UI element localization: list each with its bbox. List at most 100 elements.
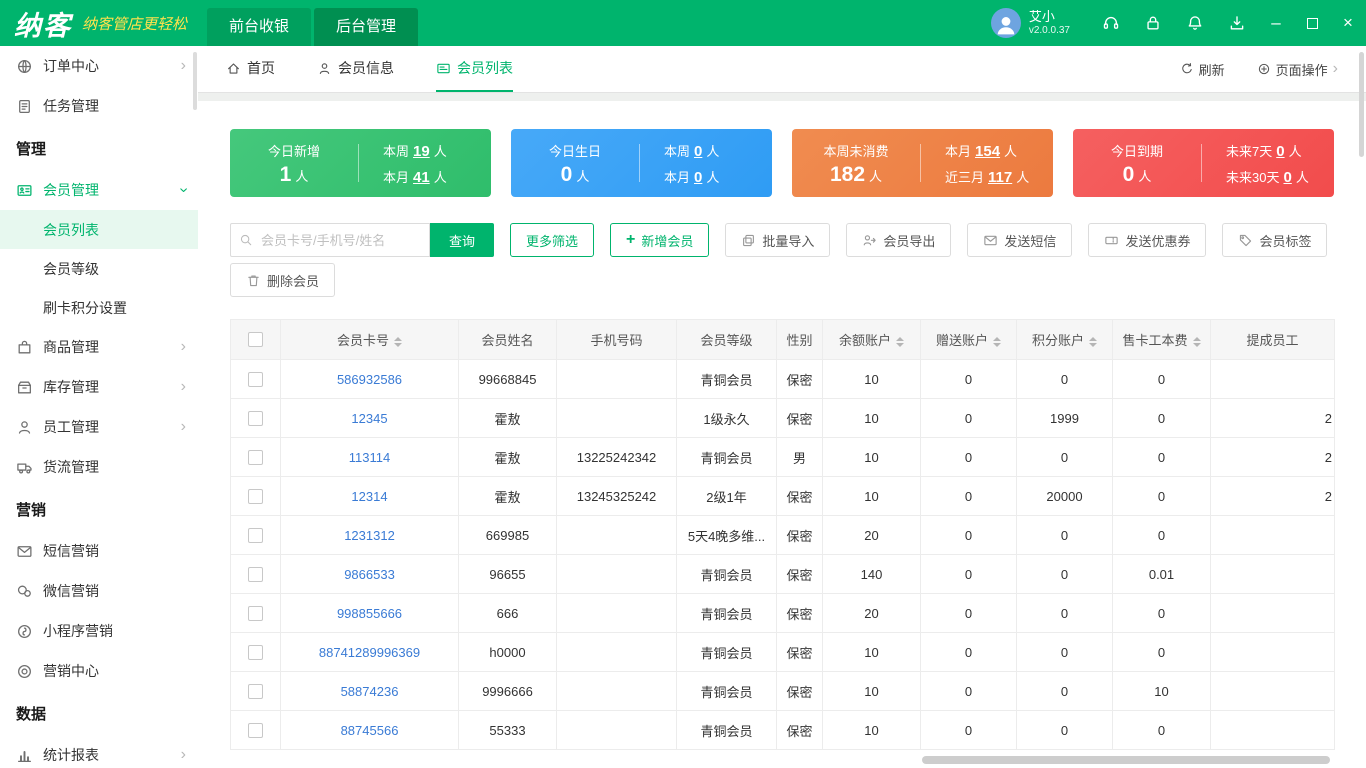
select-all-checkbox[interactable] bbox=[248, 332, 263, 347]
content-panel: 今日新增 1 人本周 19 人本月 41 人今日生日 0 人本周 0 人本月 0 人本周未消费 182 人本… bbox=[198, 101, 1366, 768]
download-icon[interactable] bbox=[1216, 0, 1258, 46]
sidebar-item-3[interactable]: 会员管理 › bbox=[0, 170, 198, 210]
sidebar-item-13[interactable]: 微信营销 bbox=[0, 571, 198, 611]
row-checkbox[interactable] bbox=[248, 449, 263, 465]
vertical-scrollbar[interactable] bbox=[1359, 52, 1364, 157]
sort-icon[interactable] bbox=[1192, 336, 1201, 347]
sidebar-subitem-6[interactable]: 刷卡积分设置 bbox=[0, 288, 198, 327]
member-export-button[interactable]: 会员导出 bbox=[846, 223, 952, 257]
search-input[interactable] bbox=[230, 223, 430, 257]
sidebar-item-9[interactable]: 员工管理 › bbox=[0, 407, 198, 447]
cell-card_fee: 0 bbox=[1112, 515, 1211, 555]
header-nav-tab-0[interactable]: 前台收银 bbox=[207, 8, 312, 46]
cell-balance: 10 bbox=[822, 710, 921, 750]
member-card-link[interactable]: 9866533 bbox=[280, 554, 459, 594]
minimize-button[interactable]: – bbox=[1258, 0, 1294, 46]
sort-icon[interactable] bbox=[896, 336, 904, 347]
row-checkbox[interactable] bbox=[248, 683, 263, 699]
sidebar-item-12[interactable]: 短信营销 bbox=[0, 531, 198, 571]
table-column-header-6[interactable]: 赠送账户 bbox=[920, 319, 1017, 360]
table-column-header-0[interactable]: 会员卡号 bbox=[280, 319, 459, 360]
table-row: 88741289996369 h0000 青铜会员 保密 10 0 0 0 bbox=[230, 632, 1335, 672]
member-card-link[interactable]: 12314 bbox=[280, 476, 459, 516]
member-tag-button[interactable]: 会员标签 bbox=[1222, 223, 1328, 257]
avatar[interactable] bbox=[990, 8, 1021, 38]
delete-member-button[interactable]: 删除会员 bbox=[230, 263, 336, 297]
stat-card-link[interactable]: 154 bbox=[975, 143, 1000, 160]
member-table-wrap: 会员卡号 会员姓名 手机号码 会员等级 性别 余额账户 赠送账户 积分账户 售卡工本费 提成员工 … bbox=[230, 319, 1335, 750]
miniapp-icon bbox=[16, 623, 33, 640]
sidebar-item-0[interactable]: 订单中心 › bbox=[0, 46, 198, 86]
stat-card-link[interactable]: 0 bbox=[694, 143, 702, 160]
sidebar-item-8[interactable]: 库存管理 › bbox=[0, 367, 198, 407]
row-checkbox[interactable] bbox=[248, 605, 263, 621]
refresh-button[interactable]: 刷新 bbox=[1180, 60, 1225, 79]
sidebar-item-15[interactable]: 营销中心 bbox=[0, 651, 198, 691]
sidebar-item-17[interactable]: 统计报表 › bbox=[0, 735, 198, 768]
row-checkbox[interactable] bbox=[248, 566, 263, 582]
send-coupon-button[interactable]: 发送优惠券 bbox=[1088, 223, 1207, 257]
page-actions-button[interactable]: 页面操作 › bbox=[1257, 60, 1338, 79]
sidebar-scrollbar[interactable] bbox=[193, 52, 197, 110]
button-label: 新增会员 bbox=[641, 233, 694, 249]
tab-label: 首页 bbox=[247, 60, 275, 76]
batch-import-button[interactable]: 批量导入 bbox=[725, 223, 831, 257]
row-checkbox[interactable] bbox=[248, 371, 263, 387]
sort-icon[interactable] bbox=[993, 336, 1001, 347]
member-card-link[interactable]: 998855666 bbox=[280, 593, 459, 633]
cell-level: 青铜会员 bbox=[676, 437, 777, 477]
table-column-header-7[interactable]: 积分账户 bbox=[1016, 319, 1113, 360]
member-card-link[interactable]: 1231312 bbox=[280, 515, 459, 555]
member-card-link[interactable]: 88745566 bbox=[280, 710, 459, 750]
sidebar-item-1[interactable]: 任务管理 bbox=[0, 86, 198, 126]
stat-card-link[interactable]: 117 bbox=[988, 169, 1012, 186]
row-checkbox[interactable] bbox=[248, 527, 263, 543]
stat-card-link[interactable]: 0 bbox=[1283, 169, 1291, 186]
lock-icon[interactable] bbox=[1132, 0, 1174, 46]
row-checkbox[interactable] bbox=[248, 644, 263, 660]
service-icon[interactable] bbox=[1090, 0, 1132, 46]
stat-card-subrow: 近三月 117 人 bbox=[945, 168, 1030, 186]
member-card-link[interactable]: 12345 bbox=[280, 398, 459, 438]
header-nav-tab-1[interactable]: 后台管理 bbox=[314, 8, 419, 46]
member-card-link[interactable]: 88741289996369 bbox=[280, 632, 459, 672]
main-area: 首页 会员信息 会员列表 刷新 页面操作 › 今日新增 1 人 本周 19 人本月 41 人 今日生… bbox=[198, 46, 1366, 768]
cell-phone bbox=[556, 671, 677, 711]
sidebar-list: 订单中心 › 任务管理 管理 会员管理 › 会员列表 会员等级 刷卡积分设置 商品管理 › 库存管理 ›… bbox=[0, 46, 198, 768]
cell-points: 20000 bbox=[1016, 476, 1113, 516]
row-checkbox[interactable] bbox=[248, 410, 263, 426]
member-card-link[interactable]: 58874236 bbox=[280, 671, 459, 711]
sort-icon[interactable] bbox=[394, 336, 402, 347]
stat-card-link[interactable]: 19 bbox=[413, 143, 430, 160]
stat-card-link[interactable]: 0 bbox=[1276, 143, 1284, 160]
row-checkbox[interactable] bbox=[248, 722, 263, 738]
member-card-link[interactable]: 586932586 bbox=[280, 359, 459, 399]
stat-card-link[interactable]: 0 bbox=[694, 169, 702, 186]
horizontal-scrollbar[interactable] bbox=[922, 756, 1330, 764]
content-tab-2[interactable]: 会员列表 bbox=[436, 46, 513, 92]
cell-name: 96655 bbox=[458, 554, 557, 594]
table-column-header-5[interactable]: 余额账户 bbox=[822, 319, 921, 360]
close-button[interactable]: × bbox=[1330, 0, 1366, 46]
search-button[interactable]: 查询 bbox=[430, 223, 495, 257]
more-filters-button[interactable]: 更多筛选 bbox=[510, 223, 595, 257]
bell-icon[interactable] bbox=[1174, 0, 1216, 46]
add-member-button[interactable]: + 新增会员 bbox=[610, 223, 710, 257]
sidebar-item-7[interactable]: 商品管理 › bbox=[0, 327, 198, 367]
sidebar-subitem-4[interactable]: 会员列表 bbox=[0, 210, 198, 249]
sort-icon[interactable] bbox=[1089, 336, 1097, 347]
content-tab-1[interactable]: 会员信息 bbox=[317, 46, 394, 92]
sidebar-item-10[interactable]: 货流管理 bbox=[0, 447, 198, 487]
sidebar-item-14[interactable]: 小程序营销 bbox=[0, 611, 198, 651]
content-tab-0[interactable]: 首页 bbox=[226, 46, 275, 92]
column-label: 余额账户 bbox=[838, 333, 891, 348]
sidebar-item-label: 商品管理 bbox=[43, 339, 99, 355]
table-column-header-8[interactable]: 售卡工本费 bbox=[1112, 319, 1211, 360]
stat-card-value: 1人 bbox=[279, 163, 309, 186]
sidebar-subitem-5[interactable]: 会员等级 bbox=[0, 249, 198, 288]
member-card-link[interactable]: 113114 bbox=[280, 437, 459, 477]
send-sms-button[interactable]: 发送短信 bbox=[967, 223, 1073, 257]
stat-card-link[interactable]: 41 bbox=[413, 169, 430, 186]
maximize-button[interactable] bbox=[1294, 0, 1330, 46]
row-checkbox[interactable] bbox=[248, 488, 263, 504]
